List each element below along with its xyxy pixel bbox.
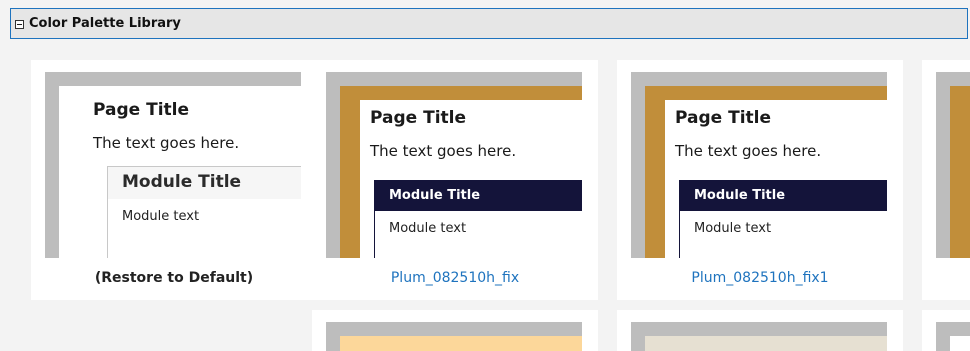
palette-card-default[interactable]: Page Title The text goes here. Module Ti… bbox=[31, 60, 317, 300]
palette-preview: Page Title The text goes here. Module Ti… bbox=[326, 72, 582, 258]
palette-preview: Page Title The text goes here. Module Ti… bbox=[631, 72, 887, 258]
preview-page-text: The text goes here. bbox=[675, 142, 822, 160]
palette-card[interactable] bbox=[312, 310, 598, 351]
palette-caption-link[interactable]: Plum_082510h_fix1 bbox=[617, 270, 903, 286]
palette-card[interactable] bbox=[617, 310, 903, 351]
palette-preview: Page Title The text goes here. Module Ti… bbox=[45, 72, 301, 258]
preview-module-title: Module Title bbox=[389, 188, 481, 203]
preview-module-text: Module text bbox=[694, 221, 772, 236]
preview-module-text: Module text bbox=[122, 209, 200, 224]
section-title: Color Palette Library bbox=[29, 16, 181, 31]
collapse-icon[interactable] bbox=[15, 20, 24, 29]
preview-page-title: Page Title bbox=[370, 108, 466, 128]
palette-caption-link[interactable]: Plum_082510h_fix bbox=[312, 270, 598, 286]
section-header: Color Palette Library bbox=[10, 8, 968, 39]
preview-page-title: Page Title bbox=[675, 108, 771, 128]
preview-page-text: The text goes here. bbox=[93, 134, 240, 152]
preview-module-title: Module Title bbox=[694, 188, 786, 203]
palette-card[interactable]: Page Title The text goes here. Module Ti… bbox=[312, 60, 598, 300]
palette-card[interactable] bbox=[922, 310, 970, 351]
preview-page-title: Page Title bbox=[93, 100, 189, 120]
preview-page-text: The text goes here. bbox=[370, 142, 517, 160]
preview-module-text: Module text bbox=[389, 221, 467, 236]
palette-card[interactable]: Page Title The text goes here. Module Ti… bbox=[617, 60, 903, 300]
preview-module: Module Title Module text bbox=[679, 180, 887, 258]
preview-module-title: Module Title bbox=[122, 172, 242, 192]
preview-module: Module Title Module text bbox=[374, 180, 582, 258]
preview-module: Module Title Module text bbox=[107, 166, 301, 258]
palette-caption[interactable]: (Restore to Default) bbox=[31, 270, 317, 286]
palette-card[interactable] bbox=[922, 60, 970, 300]
